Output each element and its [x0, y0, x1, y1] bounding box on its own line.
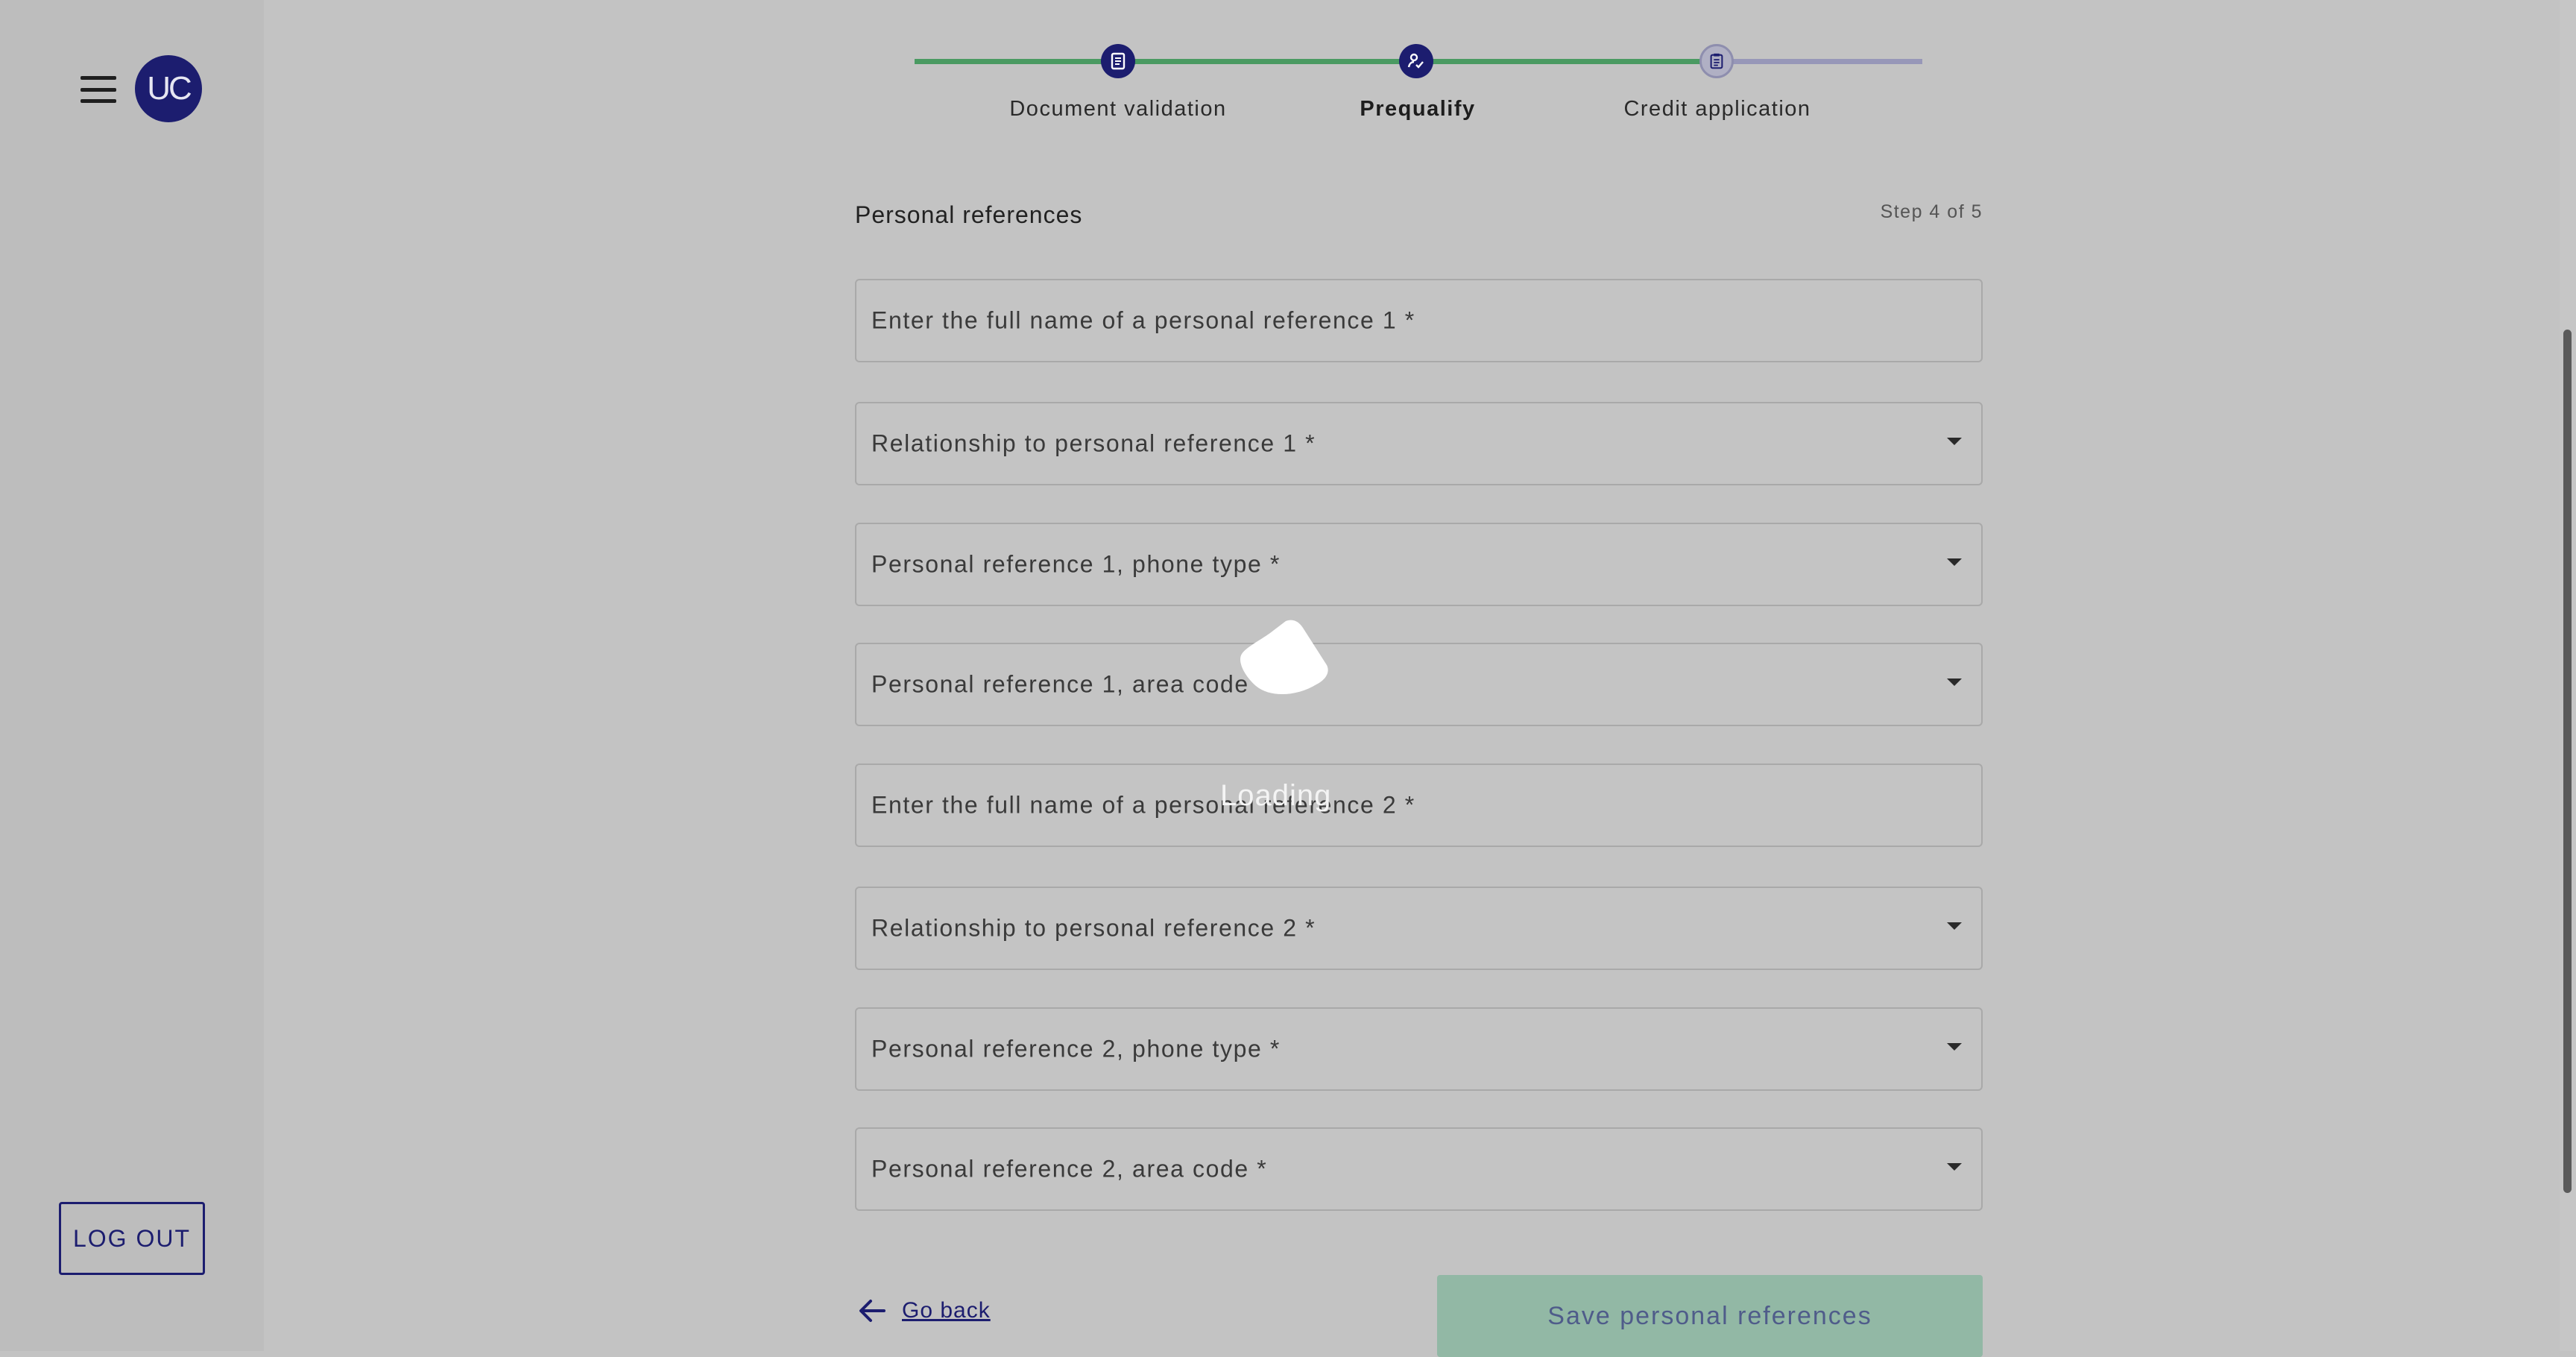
- reference-2-name-field[interactable]: Enter the full name of a personal refere…: [855, 763, 1983, 847]
- step-label-document-validation: Document validation: [1009, 97, 1227, 121]
- go-back-label: Go back: [902, 1298, 991, 1323]
- field-placeholder: Relationship to personal reference 2 *: [871, 914, 1316, 942]
- reference-1-name-field[interactable]: Enter the full name of a personal refere…: [855, 279, 1983, 362]
- field-placeholder: Personal reference 1, phone type *: [871, 550, 1281, 578]
- scrollbar[interactable]: [2560, 0, 2576, 1351]
- step-label-prequalify: Prequalify: [1360, 97, 1476, 121]
- field-placeholder: Personal reference 1, area code *: [871, 670, 1268, 698]
- field-placeholder: Enter the full name of a personal refere…: [871, 791, 1415, 819]
- chevron-down-icon: [1947, 678, 1962, 686]
- chevron-down-icon: [1947, 1043, 1962, 1051]
- menu-icon[interactable]: [80, 76, 116, 103]
- field-placeholder: Personal reference 2, area code *: [871, 1155, 1268, 1183]
- document-icon: [1101, 44, 1135, 78]
- reference-2-relationship-select[interactable]: Relationship to personal reference 2 *: [855, 887, 1983, 970]
- avatar[interactable]: UC: [135, 55, 202, 122]
- user-check-icon: [1399, 44, 1433, 78]
- save-personal-references-button[interactable]: Save personal references: [1437, 1275, 1983, 1357]
- step-counter: Step 4 of 5: [1880, 201, 1983, 222]
- field-placeholder: Personal reference 2, phone type *: [871, 1035, 1281, 1062]
- field-placeholder: Relationship to personal reference 1 *: [871, 429, 1316, 457]
- progress-line-complete: [915, 59, 1119, 64]
- clipboard-icon: [1699, 44, 1734, 78]
- chevron-down-icon: [1947, 922, 1962, 930]
- reference-1-relationship-select[interactable]: Relationship to personal reference 1 *: [855, 402, 1983, 485]
- reference-2-area-code-select[interactable]: Personal reference 2, area code *: [855, 1127, 1983, 1211]
- field-placeholder: Enter the full name of a personal refere…: [871, 306, 1415, 334]
- section-title: Personal references: [855, 201, 1083, 228]
- reference-2-phone-type-select[interactable]: Personal reference 2, phone type *: [855, 1007, 1983, 1091]
- progress-line-complete: [1119, 59, 1416, 64]
- progress-line-pending: [1718, 59, 1922, 64]
- arrow-left-icon: [859, 1300, 886, 1322]
- reference-1-area-code-select[interactable]: Personal reference 1, area code *: [855, 643, 1983, 726]
- go-back-link[interactable]: Go back: [857, 1297, 991, 1324]
- chevron-down-icon: [1947, 438, 1962, 445]
- logout-button[interactable]: LOG OUT: [59, 1202, 205, 1275]
- scrollbar-thumb[interactable]: [2563, 330, 2572, 1193]
- sidebar: UC LOG OUT: [0, 0, 264, 1351]
- chevron-down-icon: [1947, 558, 1962, 566]
- step-label-credit-application: Credit application: [1623, 97, 1811, 121]
- loading-spinner-icon: [1240, 620, 1328, 695]
- chevron-down-icon: [1947, 1163, 1962, 1171]
- loading-text: Loading: [1220, 779, 1332, 812]
- reference-1-phone-type-select[interactable]: Personal reference 1, phone type *: [855, 523, 1983, 606]
- progress-line-complete: [1416, 59, 1718, 64]
